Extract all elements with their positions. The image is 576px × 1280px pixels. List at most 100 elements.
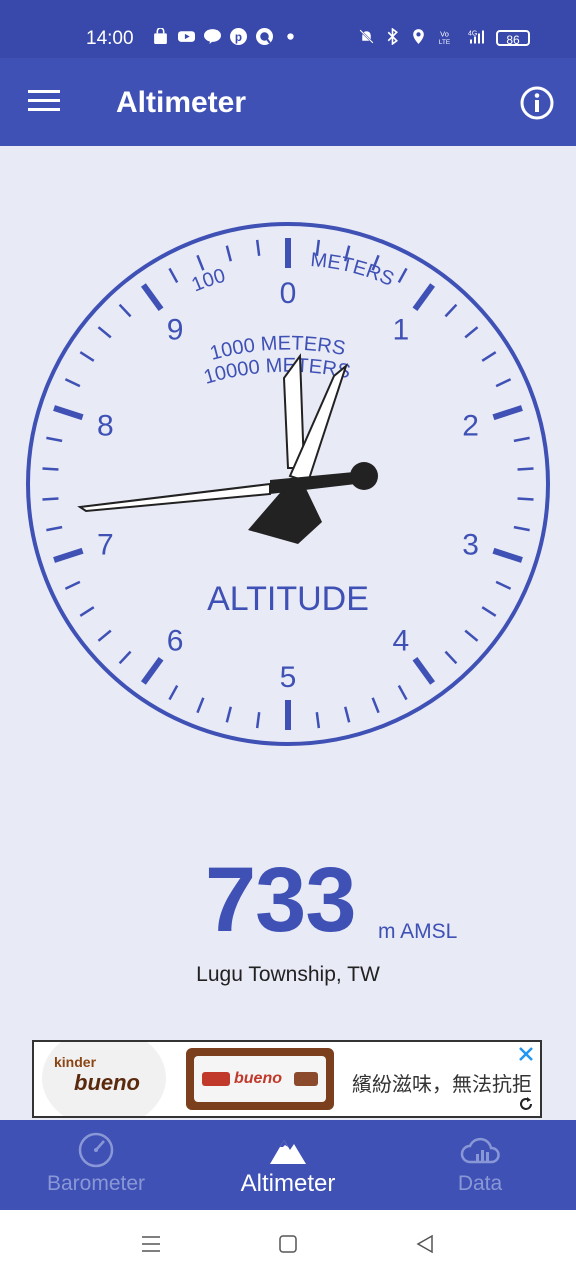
minor-tick — [444, 303, 458, 318]
nav-data[interactable]: Data — [384, 1120, 576, 1210]
nav-data-label: Data — [457, 1172, 503, 1195]
refresh-icon[interactable] — [518, 1096, 534, 1112]
bottom-navigation: Barometer Altimeter Data — [0, 1120, 576, 1210]
dial-number-4: 4 — [393, 624, 410, 657]
major-tick — [492, 547, 523, 563]
minor-tick — [255, 239, 261, 256]
minor-tick — [343, 706, 351, 723]
altimeter-gauge: 0123456789 100 METERS 1000 METERS 10000 … — [26, 222, 550, 746]
major-tick — [492, 405, 523, 421]
major-tick — [53, 547, 84, 563]
bluetooth-icon — [387, 28, 398, 45]
recent-apps-icon[interactable] — [139, 1232, 163, 1256]
minor-tick — [315, 712, 321, 729]
minor-tick — [481, 606, 497, 617]
system-status-icons: Vo LTE 4G — [358, 28, 490, 45]
nav-barometer[interactable]: Barometer — [0, 1120, 192, 1210]
minor-tick — [481, 351, 497, 362]
mountain-icon — [270, 1140, 306, 1164]
minor-tick — [517, 497, 534, 501]
altitude-unit: m AMSL — [378, 920, 458, 943]
location-icon — [413, 29, 424, 44]
altitude-reading: 733 m AMSL — [0, 850, 576, 950]
ad-banner[interactable]: kinder bueno bueno 繽紛滋味，無法抗拒 — [32, 1040, 542, 1118]
major-tick — [53, 405, 84, 421]
system-navigation-bar — [0, 1210, 576, 1280]
minor-tick — [255, 712, 261, 729]
youtube-icon — [178, 31, 195, 42]
minor-tick — [397, 267, 408, 284]
hamburger-menu-icon[interactable] — [28, 88, 62, 114]
minor-tick — [97, 326, 112, 339]
close-icon[interactable] — [516, 1044, 536, 1064]
minor-tick — [168, 684, 179, 701]
ad-brand-small: kinder — [54, 1054, 97, 1070]
minor-tick — [46, 436, 63, 443]
signal-4g-icon: 4G — [468, 30, 484, 44]
minor-tick — [118, 650, 132, 665]
minor-tick — [225, 245, 233, 262]
dial-number-7: 7 — [97, 528, 114, 561]
pinterest-icon: p — [230, 28, 247, 45]
app-bar: Altimeter — [0, 58, 576, 146]
ad-product-image: bueno — [186, 1048, 334, 1110]
major-tick — [412, 656, 436, 685]
dial-number-9: 9 — [167, 314, 184, 347]
ad-tagline: 繽紛滋味，無法抗拒 — [352, 1074, 532, 1096]
minor-tick — [517, 467, 534, 471]
svg-text:LTE: LTE — [439, 39, 450, 45]
dial-number-1: 1 — [393, 314, 410, 347]
dial-number-5: 5 — [280, 661, 297, 694]
minor-tick — [225, 706, 233, 723]
major-tick — [140, 283, 164, 312]
minor-tick — [64, 580, 81, 590]
home-icon[interactable] — [276, 1232, 300, 1256]
info-icon[interactable] — [519, 85, 555, 121]
svg-text:Vo: Vo — [440, 30, 449, 39]
minor-tick — [196, 254, 205, 271]
minor-tick — [168, 267, 179, 284]
nav-altimeter[interactable]: Altimeter — [192, 1120, 384, 1210]
cloud-chart-icon — [460, 1137, 500, 1164]
altitude-value: 733 — [205, 849, 356, 951]
status-bar: 14:00 p Vo LTE 4G 86 — [0, 0, 576, 58]
minor-tick — [397, 684, 408, 701]
svg-text:4G: 4G — [468, 31, 477, 38]
minor-tick — [97, 629, 112, 642]
volte-icon: VoLTE — [439, 30, 450, 46]
dial-number-3: 3 — [462, 528, 479, 561]
status-time: 14:00 — [86, 28, 134, 49]
notification-icons: p — [152, 28, 299, 45]
major-tick — [140, 656, 164, 685]
minor-tick — [64, 378, 81, 388]
back-icon[interactable] — [413, 1232, 437, 1256]
minor-tick — [495, 580, 512, 590]
minor-tick — [42, 467, 59, 471]
minor-tick — [42, 497, 59, 501]
nav-barometer-label: Barometer — [46, 1172, 146, 1195]
minor-tick — [196, 697, 205, 714]
line-icon — [204, 29, 221, 44]
battery-indicator: 86 — [496, 30, 530, 47]
dial-number-0: 0 — [280, 277, 297, 310]
minor-tick — [444, 650, 458, 665]
minor-tick — [79, 606, 95, 617]
minor-tick — [118, 303, 132, 318]
minor-tick — [79, 351, 95, 362]
ad-brand-name: bueno — [74, 1070, 140, 1095]
minor-tick — [464, 326, 479, 339]
hand-100-meters — [77, 462, 378, 513]
minor-tick — [371, 697, 380, 714]
bell-muted-icon — [359, 29, 374, 44]
dot-icon — [287, 33, 294, 40]
shopping-bag-icon — [154, 28, 167, 44]
minor-tick — [464, 629, 479, 642]
page-title: Altimeter — [116, 86, 247, 119]
dial-number-2: 2 — [462, 410, 479, 443]
dial-number-6: 6 — [167, 624, 184, 657]
minor-tick — [513, 436, 530, 443]
dial-center-label: ALTITUDE — [207, 580, 369, 618]
nav-altimeter-label: Altimeter — [240, 1170, 336, 1197]
location-label: Lugu Township, TW — [196, 963, 380, 986]
minor-tick — [46, 525, 63, 532]
